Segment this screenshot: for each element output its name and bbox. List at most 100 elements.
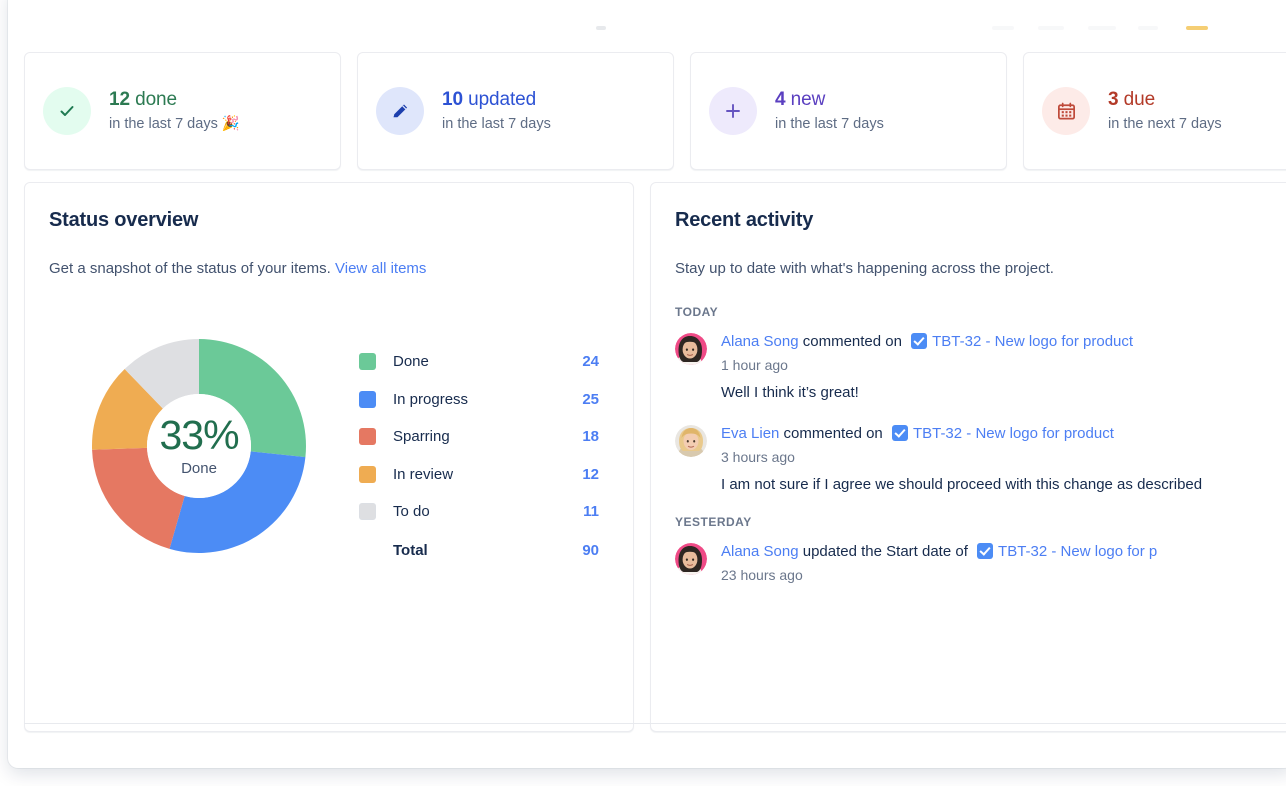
activity-day-header: YESTERDAY	[675, 515, 752, 530]
legend-label: Done	[393, 353, 429, 371]
stats-row: 12 done in the last 7 days 🎉 10 updated …	[24, 52, 1286, 170]
stat-text: 3 due in the next 7 days	[1108, 89, 1222, 133]
status-panel-description: Get a snapshot of the status of your ite…	[49, 258, 609, 279]
legend-total-row: Total 90	[359, 532, 599, 570]
calendar-icon-badge	[1042, 87, 1090, 135]
check-icon	[60, 106, 74, 116]
pencil-icon-badge	[376, 87, 424, 135]
frame-bottom-divider	[24, 723, 1286, 724]
activity-actor-link[interactable]: Alana Song	[721, 333, 799, 350]
view-all-items-link[interactable]: View all items	[335, 260, 426, 277]
avatar-alana-song[interactable]	[675, 543, 707, 576]
legend-row-in-review[interactable]: In review 12	[359, 456, 599, 494]
legend-value: 24	[582, 353, 599, 371]
stat-headline: 10 updated	[442, 89, 551, 111]
donut-hole	[147, 394, 251, 498]
recent-activity-panel: Recent activity Stay up to date with wha…	[650, 182, 1286, 732]
avatar-image	[675, 333, 707, 365]
legend-label: In progress	[393, 390, 469, 408]
ghost-element	[1186, 26, 1208, 30]
page-title: Status overview	[49, 209, 199, 231]
avatar-image	[675, 424, 707, 457]
legend-swatch	[359, 465, 376, 483]
stat-card-updated[interactable]: 10 updated in the last 7 days	[357, 52, 674, 170]
ghost-element	[1138, 26, 1158, 30]
stat-unit: updated	[468, 88, 537, 110]
avatar-eva-lien[interactable]	[675, 424, 707, 457]
activity-body: Eva Lien commented on TBT-32 - New logo …	[721, 424, 1286, 496]
activity-timestamp: 3 hours ago	[721, 448, 795, 465]
legend-value: 11	[583, 503, 599, 521]
app-window: 12 done in the last 7 days 🎉 10 updated …	[8, 0, 1286, 768]
legend-row-sparring[interactable]: Sparring 18	[359, 418, 599, 456]
recent-activity-description: Stay up to date with what's happening ac…	[675, 260, 1054, 277]
activity-item: Eva Lien commented on TBT-32 - New logo …	[675, 424, 1286, 496]
stat-card-done[interactable]: 12 done in the last 7 days 🎉	[24, 52, 341, 170]
recent-activity-title: Recent activity	[675, 209, 814, 231]
stat-subtitle: in the next 7 days	[1108, 115, 1222, 132]
legend-total-value: 90	[582, 541, 599, 559]
activity-timestamp: 23 hours ago	[721, 567, 803, 584]
avatar-alana-song[interactable]	[675, 333, 707, 365]
plus-icon	[726, 104, 740, 118]
activity-body: Alana Song updated the Start date of TBT…	[721, 542, 1286, 583]
legend-swatch	[359, 390, 376, 408]
legend-value: 25	[582, 390, 599, 408]
pencil-icon	[393, 104, 407, 117]
activity-feed: TODAY Alana Song commented on TBT-32 - N…	[675, 305, 1286, 583]
activity-item: Alana Song commented on TBT-32 - New log…	[675, 332, 1286, 404]
legend-row-in-progress[interactable]: In progress 25	[359, 381, 599, 419]
legend-total-label: Total	[393, 541, 428, 559]
stat-unit: new	[790, 88, 826, 110]
legend-label: Sparring	[393, 428, 450, 446]
stat-subtitle: in the last 7 days 🎉	[109, 115, 240, 132]
activity-headline: Alana Song commented on TBT-32 - New log…	[721, 333, 1134, 350]
activity-issue-link[interactable]: TBT-32 - New logo for p	[998, 543, 1157, 560]
legend-row-done[interactable]: Done 24	[359, 343, 599, 381]
activity-comment-text: Well I think it’s great!	[721, 384, 859, 402]
stat-card-due[interactable]: 3 due in the next 7 days	[1023, 52, 1286, 170]
activity-actor-link[interactable]: Alana Song	[721, 543, 799, 560]
stat-card-new[interactable]: 4 new in the last 7 days	[690, 52, 1007, 170]
activity-body: Alana Song commented on TBT-32 - New log…	[721, 332, 1286, 404]
stat-subtitle: in the last 7 days	[775, 115, 884, 132]
activity-headline: Alana Song updated the Start date of TBT…	[721, 543, 1158, 561]
stat-count: 3	[1108, 88, 1119, 110]
legend-total-spacer	[359, 542, 376, 559]
donut-chart-svg	[91, 339, 306, 553]
activity-comment-text: I am not sure if I agree we should proce…	[721, 475, 1203, 493]
legend-label: To do	[393, 503, 430, 521]
plus-icon-badge	[709, 87, 757, 135]
stat-count: 4	[775, 88, 786, 110]
stat-text: 4 new in the last 7 days	[775, 89, 884, 133]
activity-actor-link[interactable]: Eva Lien	[721, 425, 779, 442]
stat-text: 10 updated in the last 7 days	[442, 89, 551, 133]
legend-row-to-do[interactable]: To do 11	[359, 493, 599, 531]
ghost-element	[1038, 26, 1064, 30]
stat-count: 10	[442, 88, 463, 110]
donut-chart[interactable]: 33% Done	[49, 301, 349, 591]
stat-headline: 12 done	[109, 89, 240, 111]
status-chart-area: 33% Done Done 24 In progress 25 Sparring 18 In…	[49, 301, 609, 591]
check-icon-badge	[43, 87, 91, 135]
task-checkbox-icon	[911, 333, 928, 349]
page-chrome-sliver	[8, 0, 1286, 32]
task-checkbox-icon	[977, 543, 994, 560]
activity-timestamp: 1 hour ago	[721, 357, 788, 374]
legend-label: In review	[393, 465, 454, 483]
legend-swatch	[359, 353, 376, 371]
activity-issue-link[interactable]: TBT-32 - New logo for product	[932, 333, 1133, 350]
avatar-image	[675, 543, 707, 576]
panels-row: Status overview Get a snapshot of the st…	[24, 182, 1286, 742]
legend-swatch	[359, 503, 376, 521]
stat-headline: 3 due	[1108, 89, 1222, 111]
legend-value: 18	[582, 428, 599, 446]
activity-issue-link[interactable]: TBT-32 - New logo for product	[913, 425, 1114, 442]
status-overview-panel: Status overview Get a snapshot of the st…	[24, 182, 634, 732]
ghost-element	[992, 26, 1014, 30]
status-description-text: Get a snapshot of the status of your ite…	[49, 260, 331, 277]
ghost-element	[596, 26, 606, 30]
stat-text: 12 done in the last 7 days 🎉	[109, 89, 240, 133]
stat-headline: 4 new	[775, 89, 884, 111]
activity-item: Alana Song updated the Start date of TBT…	[675, 542, 1286, 583]
